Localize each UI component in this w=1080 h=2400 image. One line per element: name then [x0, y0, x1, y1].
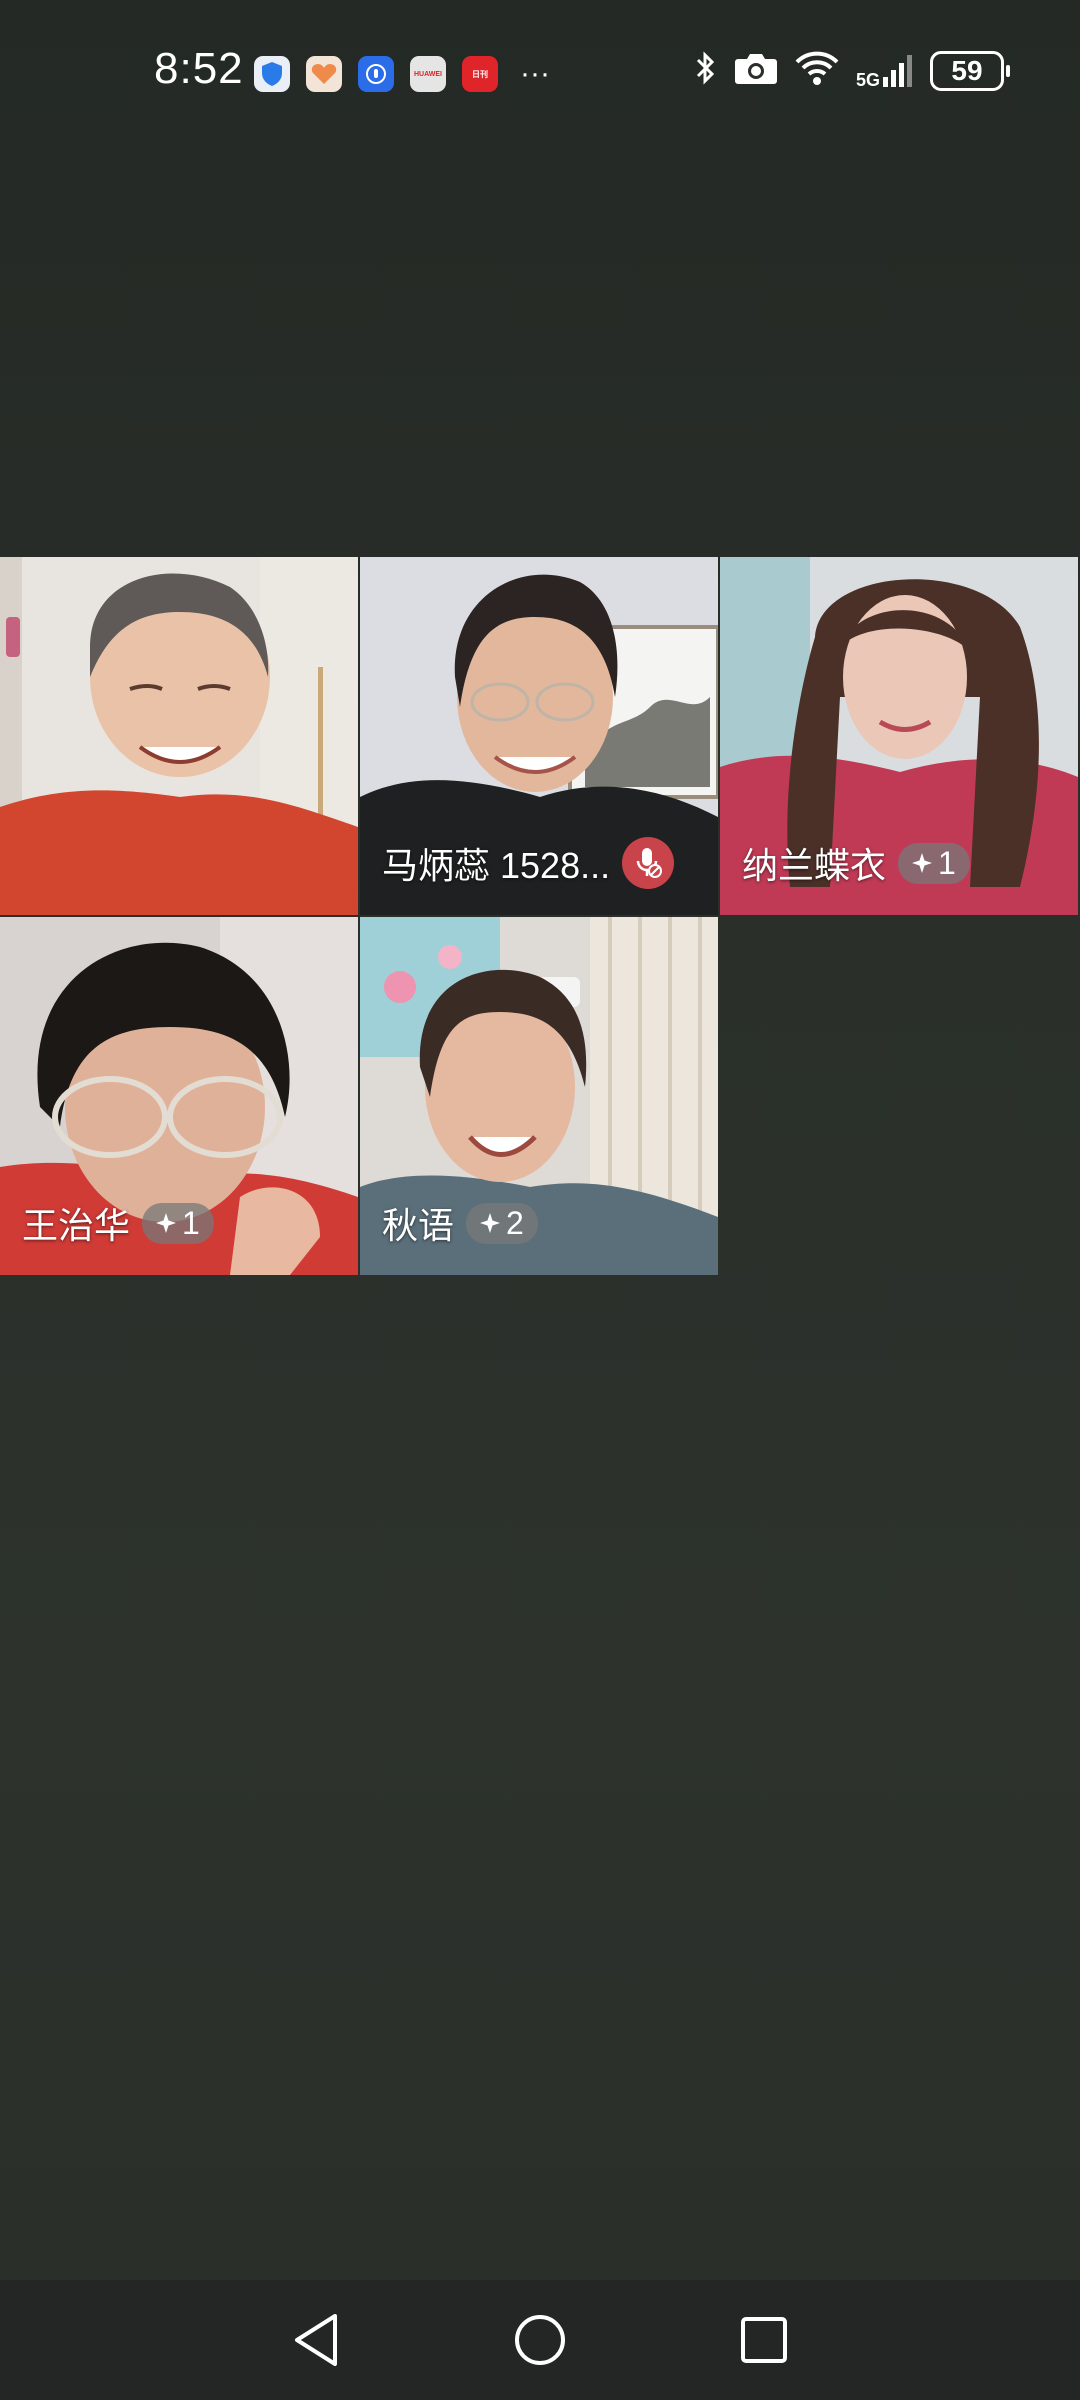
wifi-icon [794, 50, 840, 91]
participant-tile[interactable]: 马炳蕊 1528... [360, 557, 718, 915]
sparkle-icon [912, 853, 933, 873]
participant-label: 马炳蕊 1528... [382, 837, 675, 889]
battery-level: 59 [951, 54, 983, 86]
camera-icon [734, 51, 778, 90]
recents-button[interactable] [732, 2308, 796, 2372]
status-bar: 8:52 HUAWEI 日刊 ··· 5G 59 [0, 0, 1080, 145]
microphone-muted-icon [622, 837, 675, 889]
participant-video [0, 557, 358, 915]
participant-tile[interactable] [0, 557, 358, 915]
sparkle-icon [156, 1213, 177, 1233]
back-icon [295, 2314, 337, 2366]
participant-tile[interactable]: 纳兰蝶衣 1 [720, 557, 1078, 915]
reaction-count-badge: 1 [142, 1202, 214, 1244]
recents-icon [741, 2317, 787, 2363]
notification-icons: HUAWEI 日刊 ··· [254, 56, 550, 92]
clock: 8:52 [154, 44, 244, 93]
reaction-count: 1 [182, 1204, 200, 1241]
navigation-bar [0, 2280, 1080, 2400]
participant-name: 王治华 [22, 1205, 131, 1246]
sparkle-icon [480, 1213, 501, 1233]
huawei-appgallery-icon: HUAWEI [410, 56, 446, 92]
participant-name: 纳兰蝶衣 [742, 845, 887, 886]
reaction-count: 2 [506, 1204, 524, 1241]
participant-label: 纳兰蝶衣 1 [742, 837, 970, 889]
system-icons: 5G 59 [694, 50, 1010, 91]
network-type: 5G [855, 69, 880, 90]
more-notifications-icon: ··· [520, 57, 550, 90]
back-button[interactable] [284, 2308, 348, 2372]
participant-label: 王治华 1 [22, 1197, 214, 1249]
news-app-icon: 日刊 [462, 56, 498, 92]
bluetooth-icon [694, 50, 718, 91]
battery-icon: 59 [930, 50, 1010, 91]
reaction-count-badge: 1 [898, 842, 970, 884]
hand-app-icon [358, 56, 394, 92]
cellular-signal-icon: 5G [856, 53, 914, 89]
home-button[interactable] [508, 2308, 572, 2372]
participant-label: 秋语 2 [382, 1197, 538, 1249]
participant-tile[interactable]: 秋语 2 [360, 917, 718, 1275]
home-icon [515, 2315, 565, 2365]
reaction-count: 1 [938, 844, 956, 881]
reaction-count-badge: 2 [466, 1202, 538, 1244]
participant-name: 马炳蕊 1528... [382, 845, 611, 886]
participant-name: 秋语 [382, 1205, 455, 1246]
security-shield-icon [254, 56, 290, 92]
heart-app-icon [306, 56, 342, 92]
participant-tile[interactable]: 王治华 1 [0, 917, 358, 1275]
